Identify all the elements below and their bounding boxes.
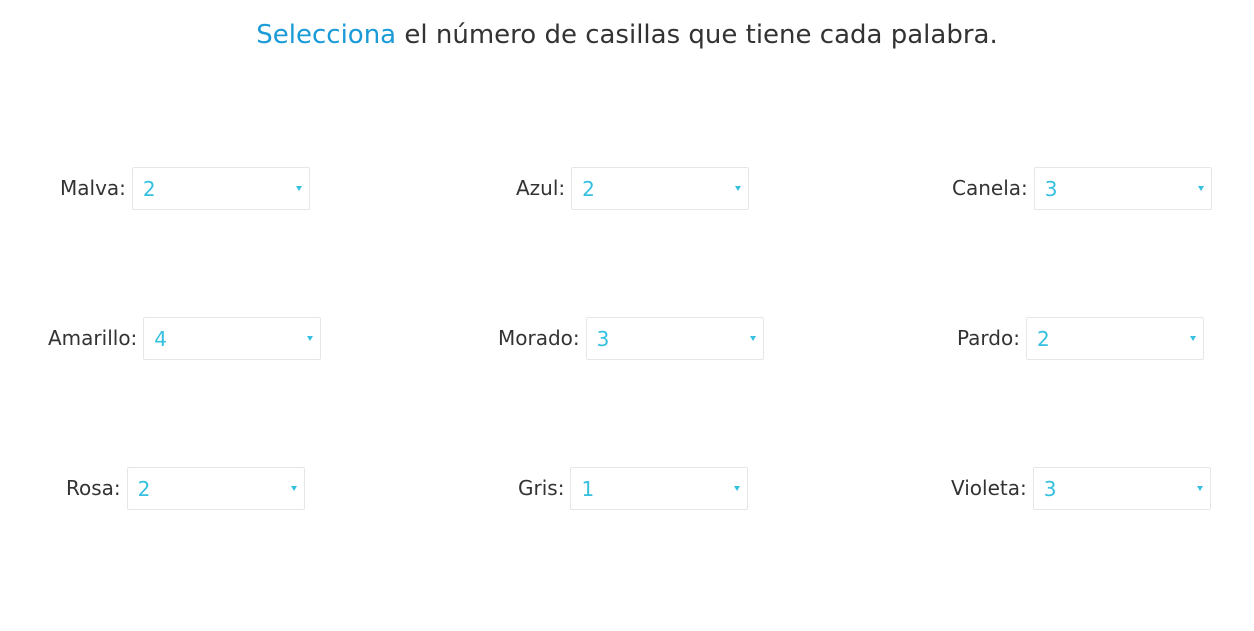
count-select-value: 3 <box>1043 476 1057 501</box>
count-select[interactable]: 4 <box>143 316 322 360</box>
caret-down-icon <box>290 485 297 491</box>
count-select-value: 2 <box>1036 326 1050 351</box>
word-row: Morado: 3 <box>498 316 764 360</box>
word-label: Violeta: <box>951 476 1027 500</box>
count-select[interactable]: 2 <box>1025 316 1204 360</box>
word-row: Gris: 1 <box>518 466 749 510</box>
word-label: Rosa: <box>66 476 121 500</box>
caret-down-icon <box>734 485 741 491</box>
word-label: Amarillo: <box>48 326 138 350</box>
word-grid: Malva: 2 Azul: 2 Canela: 3 Amarillo: 4 M… <box>0 0 1254 631</box>
count-select-value: 2 <box>137 476 151 501</box>
caret-down-icon <box>735 185 742 191</box>
caret-down-icon <box>1197 185 1204 191</box>
word-label: Gris: <box>518 476 565 500</box>
caret-down-icon <box>1196 485 1203 491</box>
count-select-value: 4 <box>154 326 168 351</box>
caret-down-icon <box>307 335 314 341</box>
caret-down-icon <box>1189 335 1196 341</box>
word-row: Canela: 3 <box>952 166 1212 210</box>
word-row: Azul: 2 <box>516 166 750 210</box>
count-select[interactable]: 2 <box>131 166 310 210</box>
count-select[interactable]: 3 <box>1033 166 1212 210</box>
count-select-value: 3 <box>596 326 610 351</box>
word-label: Malva: <box>60 176 126 200</box>
caret-down-icon <box>749 335 756 341</box>
count-select-value: 3 <box>1044 176 1058 201</box>
word-label: Azul: <box>516 176 566 200</box>
count-select[interactable]: 3 <box>1032 466 1211 510</box>
count-select-value: 1 <box>581 476 595 501</box>
count-select[interactable]: 3 <box>585 316 764 360</box>
word-row: Pardo: 2 <box>957 316 1204 360</box>
count-select-value: 2 <box>142 176 156 201</box>
word-row: Malva: 2 <box>60 166 310 210</box>
count-select[interactable]: 2 <box>126 466 305 510</box>
word-row: Violeta: 3 <box>951 466 1211 510</box>
count-select[interactable]: 1 <box>570 466 749 510</box>
word-label: Canela: <box>952 176 1028 200</box>
word-row: Rosa: 2 <box>66 466 305 510</box>
count-select-value: 2 <box>582 176 595 201</box>
caret-down-icon <box>295 185 302 191</box>
word-label: Pardo: <box>957 326 1020 350</box>
word-label: Morado: <box>498 326 580 350</box>
count-select[interactable]: 2 <box>571 166 750 210</box>
word-row: Amarillo: 4 <box>48 316 322 360</box>
